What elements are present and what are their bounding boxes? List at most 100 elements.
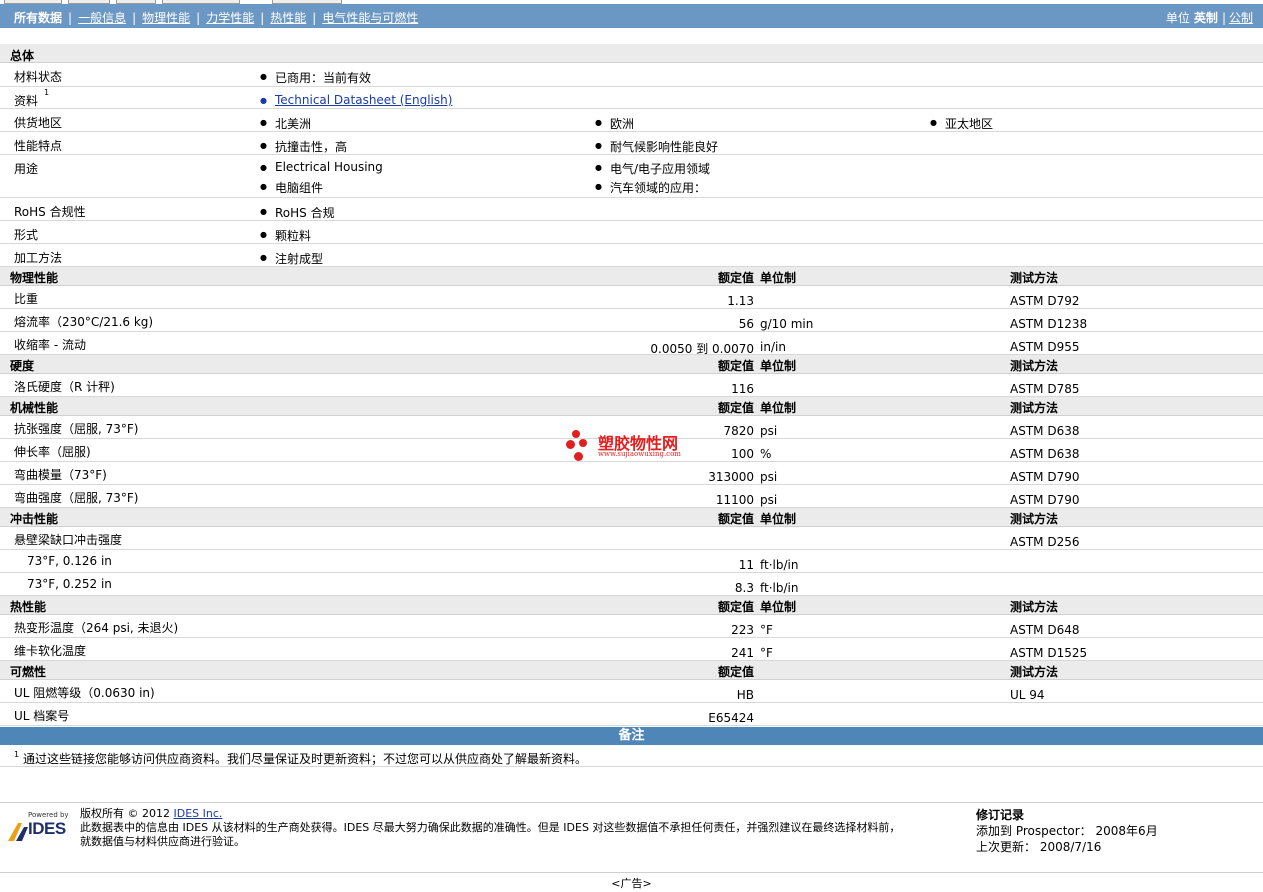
section-title: 热性能 [10, 600, 47, 614]
property-label: 热变形温度（264 psi, 未退火) [14, 621, 179, 635]
property-unit: °F [760, 646, 773, 660]
nominal-value-header: 额定值 [717, 401, 754, 415]
unit-switcher: 单位 英制 | 公制 [1165, 11, 1253, 25]
property-value: 颗粒料 [260, 227, 311, 244]
property-unit: °F [760, 623, 773, 637]
nav-thermal[interactable]: 热性能 [270, 11, 306, 25]
property-row: 73°F, 0.126 in 11 ft·lb/in [0, 550, 1263, 573]
test-method-header: 测试方法 [1010, 665, 1059, 679]
disclaimer-line: 此数据表中的信息由 IDES 从该材料的生产商处获得。IDES 尽最大努力确保此… [80, 821, 901, 834]
property-label: 供货地区 [14, 116, 63, 130]
ides-logo[interactable]: Powered by IDES [8, 811, 70, 841]
general-row: 用途 Electrical Housing 电气/电子应用领域电脑组件 汽车领域的应用… [0, 155, 1263, 198]
test-method: UL 94 [1010, 688, 1045, 702]
property-label: 加工方法 [14, 251, 63, 265]
test-method: ASTM D785 [1010, 382, 1080, 396]
section-title: 硬度 [10, 359, 35, 373]
datasheet-link[interactable]: Technical Datasheet (English) [260, 93, 452, 108]
category-links: 所有数据 | 一般信息 | 物理性能 | 力学性能 | 热性能 | 电气性能与可燃性 [14, 11, 419, 25]
property-row: 弯曲强度（屈服, 73°F) 11100 psi ASTM D790 [0, 485, 1263, 508]
test-method-header: 测试方法 [1010, 359, 1059, 373]
property-value: Electrical Housing [260, 160, 383, 175]
footnote-marker: 1 [44, 88, 50, 97]
updated-value: 2008/7/16 [1039, 840, 1102, 854]
nominal-value-header: 额定值 [717, 271, 754, 285]
property-unit: in/in [760, 340, 786, 354]
section-title: 冲击性能 [10, 512, 59, 526]
property-value: RoHS 合规 [260, 204, 335, 221]
property-value: 注射成型 [260, 250, 323, 267]
property-label: 资料 [14, 94, 39, 108]
category-nav-bar: 所有数据 | 一般信息 | 物理性能 | 力学性能 | 热性能 | 电气性能与可燃性 单位 英制 | 公制 [0, 4, 1263, 28]
section-title: 机械性能 [10, 401, 59, 415]
nav-general-info[interactable]: 一般信息 [78, 11, 126, 25]
property-label: RoHS 合规性 [14, 205, 86, 219]
property-value: 1.13 [727, 294, 754, 308]
section-title: 总体 [10, 49, 35, 63]
general-row: 形式 颗粒料 [0, 221, 1263, 244]
property-label: 比重 [14, 292, 39, 306]
watermark-url: www.sujiaowuxing.com [598, 450, 681, 458]
section-header: 冲击性能 额定值 单位制 测试方法 [0, 508, 1263, 527]
note-row: 1 通过这些链接您能够访问供应商资料。我们尽量保证及时更新资料；不过您可以从供应商… [0, 745, 1263, 767]
test-method: ASTM D638 [1010, 424, 1080, 438]
copyright-block: 版权所有 © 2012 IDES Inc. 此数据表中的信息由 IDES 从该材… [80, 807, 900, 849]
property-row: 收缩率 - 流动 0.0050 到 0.0070 in/in ASTM D955 [0, 332, 1263, 356]
nominal-value-header: 额定值 [717, 665, 754, 679]
property-label: 抗张强度（屈服, 73°F) [14, 422, 139, 436]
nominal-value-header: 额定值 [717, 359, 754, 373]
unit-metric-link[interactable]: 公制 [1229, 11, 1253, 25]
note-text: 通过这些链接您能够访问供应商资料。我们尽量保证及时更新资料；不过您可以从供应商处… [23, 752, 588, 766]
notes-header: 备注 [0, 727, 1263, 745]
test-method: ASTM D955 [1010, 340, 1080, 354]
updated-label: 上次更新： [976, 840, 1037, 854]
property-row: 热变形温度（264 psi, 未退火) 223 °F ASTM D648 [0, 615, 1263, 638]
unit-header: 单位制 [760, 401, 797, 415]
nav-electrical-flammability[interactable]: 电气性能与可燃性 [322, 11, 418, 25]
test-method: ASTM D792 [1010, 294, 1080, 308]
property-label: 收缩率 - 流动 [14, 338, 86, 352]
copyright-year: © 2012 [127, 807, 171, 820]
units-label: 单位 [1165, 11, 1190, 25]
property-label: 73°F, 0.252 in [27, 577, 112, 591]
property-unit: % [760, 447, 772, 461]
general-row: 供货地区 北美洲 欧洲 亚太地区 [0, 109, 1263, 132]
property-row: 悬壁梁缺口冲击强度 ASTM D256 [0, 527, 1263, 550]
test-method: ASTM D256 [1010, 535, 1080, 549]
general-row: 性能特点 抗撞击性，高 耐气候影响性能良好 [0, 132, 1263, 155]
test-method-header: 测试方法 [1010, 512, 1059, 526]
property-row: UL 档案号 E65424 [0, 703, 1263, 726]
property-value: E65424 [708, 711, 754, 725]
nav-physical[interactable]: 物理性能 [142, 11, 190, 25]
property-label: 洛氏硬度（R 计秤) [14, 380, 115, 394]
test-method: ASTM D790 [1010, 493, 1080, 507]
section-title: 可燃性 [10, 665, 47, 679]
ides-company-link[interactable]: IDES Inc. [174, 807, 223, 820]
nav-all-data[interactable]: 所有数据 [14, 11, 62, 25]
property-value: 北美洲 [260, 115, 311, 132]
property-row: 73°F, 0.252 in 8.3 ft·lb/in [0, 573, 1263, 596]
ides-logo-text: IDES [28, 819, 66, 838]
property-label: UL 阻燃等级（0.0630 in) [14, 686, 155, 700]
property-row: 弯曲模量（73°F) 313000 psi ASTM D790 [0, 462, 1263, 485]
revision-history: 修订记录 添加到 Prospector： 2008年6月 上次更新： 2008/… [976, 807, 1158, 855]
unit-header: 单位制 [760, 600, 797, 614]
copyright-label: 版权所有 [80, 807, 124, 820]
property-value: 8.3 [734, 581, 754, 595]
ides-swoosh-icon [8, 823, 28, 841]
property-row: 比重 1.13 ASTM D792 [0, 286, 1263, 309]
property-value: 100 [731, 447, 754, 461]
property-unit: psi [760, 493, 778, 507]
test-method-header: 测试方法 [1010, 271, 1059, 285]
section-header: 硬度 额定值 单位制 测试方法 [0, 355, 1263, 374]
property-label: 弯曲强度（屈服, 73°F) [14, 491, 139, 505]
powered-by-label: Powered by [28, 811, 69, 819]
property-row: 熔流率（230°C/21.6 kg) 56 g/10 min ASTM D1238 [0, 309, 1263, 332]
unit-header: 单位制 [760, 271, 797, 285]
property-label: 73°F, 0.126 in [27, 554, 112, 568]
section-title: 物理性能 [10, 271, 59, 285]
section-header: 机械性能 额定值 单位制 测试方法 [0, 397, 1263, 416]
unit-header: 单位制 [760, 512, 797, 526]
nav-mechanical[interactable]: 力学性能 [206, 11, 254, 25]
property-row: 维卡软化温度 241 °F ASTM D1525 [0, 638, 1263, 661]
